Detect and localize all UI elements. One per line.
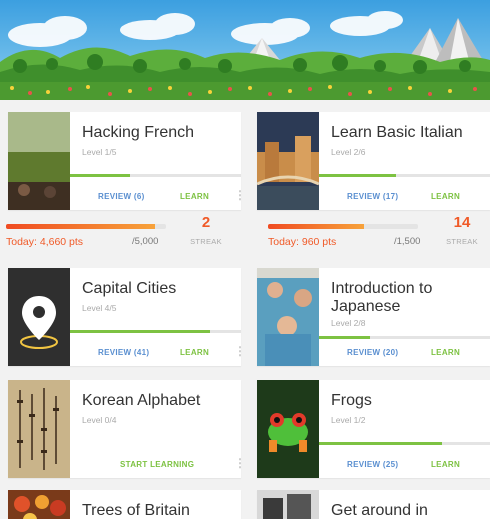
course-card-frogs[interactable]: Frogs Level 1/2 REVIEW (25) LEARN ⋮ [257, 380, 490, 478]
course-card-trees-of-britain[interactable]: Trees of Britain [8, 490, 241, 519]
course-thumbnail [8, 380, 70, 478]
course-thumbnail [8, 268, 70, 366]
daily-goal: /1,500 [394, 236, 421, 247]
daily-goal-progress-bar [6, 224, 166, 229]
more-options-icon[interactable]: ⋮ [485, 188, 490, 202]
course-card-get-around-in-german[interactable]: Get around in German [257, 490, 490, 519]
more-options-icon[interactable]: ⋮ [485, 344, 490, 358]
progress-fill [70, 330, 211, 333]
daily-goal-fill [268, 224, 364, 229]
course-title: Korean Alphabet [82, 392, 201, 409]
course-level: Level 0/4 [82, 415, 117, 425]
review-button[interactable]: REVIEW (17) [347, 192, 398, 201]
course-title: Learn Basic Italian [331, 124, 463, 141]
course-level: Level 1/2 [331, 415, 366, 425]
daily-goal-fill [6, 224, 155, 229]
course-title: Get around in German [331, 502, 428, 519]
course-actions: REVIEW (25) LEARN ⋮ [319, 454, 490, 478]
course-card-capital-cities[interactable]: Capital Cities Level 4/5 REVIEW (41) LEA… [8, 268, 246, 366]
course-card-korean-alphabet[interactable]: Korean Alphabet Level 0/4 START LEARNING… [8, 380, 246, 478]
course-level: Level 2/6 [331, 147, 366, 157]
course-thumbnail [8, 490, 70, 519]
review-button[interactable]: REVIEW (41) [98, 348, 149, 357]
course-title: Trees of Britain [82, 502, 190, 519]
start-learning-button[interactable]: START LEARNING [120, 460, 194, 469]
landscape-banner [0, 0, 490, 100]
course-actions: START LEARNING ⋮ [70, 454, 246, 478]
learn-button[interactable]: LEARN [431, 348, 460, 357]
review-button[interactable]: REVIEW (25) [347, 460, 398, 469]
course-level: Level 2/8 [331, 318, 366, 328]
course-title: Capital Cities [82, 280, 177, 297]
daily-goal-panel: Today: 960 pts /1,500 14 STREAK [262, 212, 490, 254]
course-card-introduction-to-japanese[interactable]: Introduction to Japanese Level 2/8 REVIE… [257, 268, 490, 366]
course-thumbnail [8, 112, 70, 210]
course-thumbnail [257, 380, 319, 478]
course-level: Level 1/5 [82, 147, 117, 157]
progress-fill [70, 174, 130, 177]
course-actions: REVIEW (17) LEARN ⋮ [319, 186, 490, 210]
course-progress-bar [319, 336, 490, 339]
more-options-icon[interactable]: ⋮ [234, 456, 246, 470]
more-options-icon[interactable]: ⋮ [234, 344, 246, 358]
course-progress-bar [319, 174, 490, 177]
review-button[interactable]: REVIEW (6) [98, 192, 145, 201]
course-title: Introduction to Japanese [331, 280, 433, 315]
course-card-learn-basic-italian[interactable]: Learn Basic Italian Level 2/6 REVIEW (17… [257, 112, 490, 210]
learn-button[interactable]: LEARN [180, 192, 209, 201]
course-progress-bar [319, 442, 490, 445]
more-options-icon[interactable]: ⋮ [234, 188, 246, 202]
progress-fill [319, 174, 396, 177]
course-actions: REVIEW (41) LEARN ⋮ [70, 342, 246, 366]
learn-button[interactable]: LEARN [431, 192, 460, 201]
daily-goal-panel: Today: 4,660 pts /5,000 2 STREAK [0, 212, 233, 254]
course-actions: REVIEW (6) LEARN ⋮ [70, 186, 246, 210]
course-progress-bar [70, 174, 241, 177]
today-points: Today: 960 pts [268, 236, 337, 248]
course-title: Hacking French [82, 124, 195, 141]
learn-button[interactable]: LEARN [180, 348, 209, 357]
streak-count: 2 [201, 214, 211, 231]
learn-button[interactable]: LEARN [431, 460, 460, 469]
streak-label: STREAK [190, 237, 222, 246]
more-options-icon[interactable]: ⋮ [485, 456, 490, 470]
course-level: Level 4/5 [82, 303, 117, 313]
progress-fill [319, 442, 443, 445]
course-thumbnail [257, 268, 319, 366]
course-title: Frogs [331, 392, 372, 409]
course-card-hacking-french[interactable]: Hacking French Level 1/5 REVIEW (6) LEAR… [8, 112, 246, 210]
streak-label: STREAK [446, 237, 478, 246]
daily-goal-progress-bar [268, 224, 418, 229]
streak-count: 14 [453, 214, 471, 231]
today-points: Today: 4,660 pts [6, 236, 84, 248]
daily-goal: /5,000 [132, 236, 159, 247]
progress-fill [319, 336, 371, 339]
course-progress-bar [70, 330, 241, 333]
review-button[interactable]: REVIEW (20) [347, 348, 398, 357]
course-thumbnail [257, 490, 319, 519]
course-actions: REVIEW (20) LEARN ⋮ [319, 342, 490, 366]
course-thumbnail [257, 112, 319, 210]
